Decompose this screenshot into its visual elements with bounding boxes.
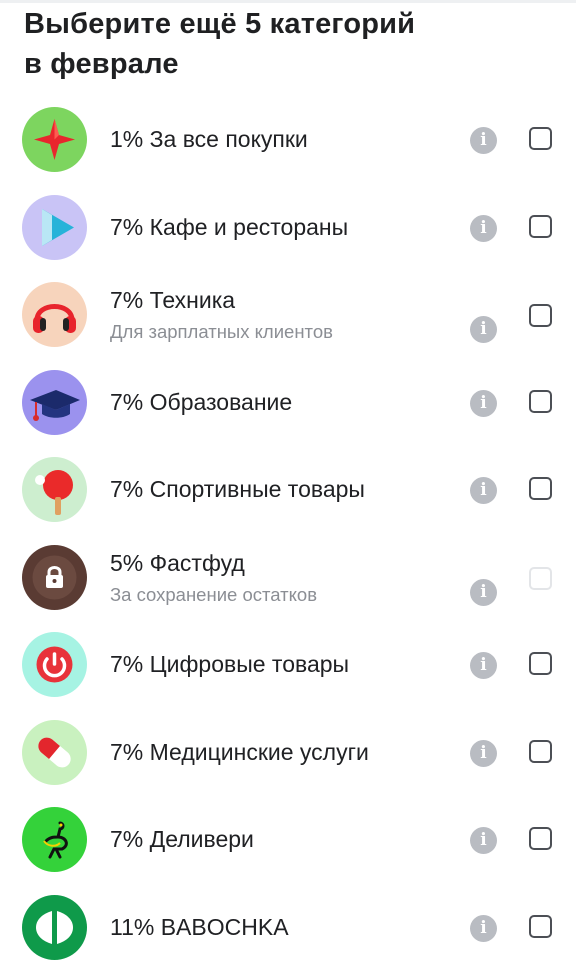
category-row[interactable]: 7% Кафе и рестораны i bbox=[0, 184, 576, 272]
page-title-line2: в феврале bbox=[24, 48, 179, 80]
category-row[interactable]: 7% Техника Для зарплатных клиентов i bbox=[0, 271, 576, 359]
ostrich-icon bbox=[22, 807, 87, 872]
butterfly-icon bbox=[22, 894, 87, 960]
category-row: 5% Фастфуд За сохранение остатков i bbox=[0, 534, 576, 622]
info-icon[interactable]: i bbox=[470, 214, 497, 242]
category-label: 7% Образование bbox=[110, 388, 293, 415]
pill-icon bbox=[22, 719, 87, 785]
category-label: 7% Цифровые товары bbox=[110, 651, 350, 677]
category-row[interactable]: 7% Медицинские услуги i bbox=[0, 709, 576, 797]
headphones-icon bbox=[22, 282, 87, 347]
category-row[interactable]: 11% BABOCHKA i bbox=[0, 884, 576, 972]
category-checkbox-disabled bbox=[529, 566, 552, 590]
info-icon[interactable]: i bbox=[470, 827, 497, 854]
category-checkbox[interactable] bbox=[529, 214, 552, 238]
lock-icon bbox=[22, 544, 87, 610]
category-label: 7% Деливери bbox=[110, 826, 254, 852]
play-icon bbox=[22, 194, 87, 260]
category-sublabel: Для зарплатных клиентов bbox=[110, 321, 333, 342]
ping-pong-icon bbox=[22, 457, 87, 522]
category-label: 7% Медицинские услуги bbox=[110, 738, 369, 765]
info-icon[interactable]: i bbox=[470, 914, 497, 942]
category-sublabel: За сохранение остатков bbox=[110, 583, 318, 605]
category-row[interactable]: 1% За все покупки i bbox=[0, 96, 576, 184]
info-icon[interactable]: i bbox=[470, 389, 497, 417]
category-label: 7% Техника bbox=[110, 287, 236, 313]
category-row[interactable]: 7% Спортивные товары i bbox=[0, 446, 576, 534]
category-label: 11% BABOCHKA bbox=[110, 913, 289, 940]
power-icon bbox=[22, 632, 87, 697]
category-checkbox[interactable] bbox=[529, 914, 552, 938]
category-checkbox[interactable] bbox=[529, 827, 552, 850]
info-icon[interactable]: i bbox=[470, 316, 497, 343]
category-checkbox[interactable] bbox=[529, 304, 552, 327]
category-row[interactable]: 7% Деливери i bbox=[0, 796, 576, 884]
category-label: 1% За все покупки bbox=[110, 126, 308, 152]
category-list: 1% За все покупки i 7% Кафе и рестораны … bbox=[0, 96, 576, 971]
category-checkbox[interactable] bbox=[529, 739, 552, 763]
info-icon[interactable]: i bbox=[470, 127, 497, 154]
category-row[interactable]: 7% Образование i bbox=[0, 359, 576, 447]
category-label: 7% Кафе и рестораны bbox=[110, 213, 349, 240]
category-checkbox[interactable] bbox=[529, 127, 552, 150]
page-title: Выберите ещё 5 категорий в феврале bbox=[24, 4, 544, 84]
info-icon[interactable]: i bbox=[470, 578, 497, 606]
category-checkbox[interactable] bbox=[529, 389, 552, 413]
category-checkbox[interactable] bbox=[529, 652, 552, 675]
top-divider bbox=[0, 0, 576, 3]
category-label: 5% Фастфуд bbox=[110, 549, 245, 576]
category-row[interactable]: 7% Цифровые товары i bbox=[0, 621, 576, 709]
star-icon bbox=[22, 107, 87, 172]
category-checkbox[interactable] bbox=[529, 477, 552, 500]
info-icon[interactable]: i bbox=[470, 477, 497, 504]
category-label: 7% Спортивные товары bbox=[110, 476, 365, 502]
info-icon[interactable]: i bbox=[470, 739, 497, 767]
info-icon[interactable]: i bbox=[470, 652, 497, 679]
page-title-line1: Выберите ещё 5 категорий bbox=[24, 8, 416, 40]
graduation-cap-icon bbox=[22, 369, 87, 435]
